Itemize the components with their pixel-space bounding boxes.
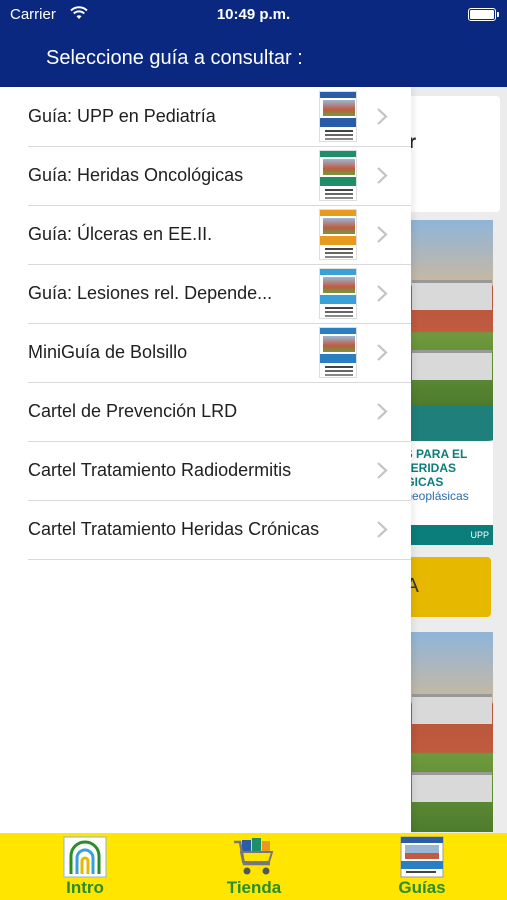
menu-item-label: Guía: Lesiones rel. Depende... <box>28 283 273 303</box>
chevron-right-icon <box>377 403 388 420</box>
menu-item-label: Cartel de Prevención LRD <box>28 401 238 421</box>
chevron-right-icon <box>377 285 388 302</box>
clock: 10:49 p.m. <box>216 6 291 23</box>
menu-item-label: Guía: Heridas Oncológicas <box>28 165 244 185</box>
chevron-right-icon <box>377 344 388 361</box>
guide-cover-thumbnail-icon <box>319 91 357 142</box>
battery-icon <box>468 8 499 21</box>
tab-tienda[interactable]: Tienda <box>194 833 314 900</box>
menu-item-cartel-heridas-cronicas[interactable]: Cartel Tratamiento Heridas Crónicas <box>0 500 411 559</box>
menu-item-label: Guía: Úlceras en EE.II. <box>28 224 213 244</box>
tab-bar: Intro Tienda Guías <box>0 833 507 900</box>
menu-item-label: Cartel Tratamiento Radiodermitis <box>28 460 292 480</box>
tab-label: Tienda <box>226 878 282 897</box>
menu-item-label: Guía: UPP en Pediatría <box>28 106 216 126</box>
guide-cover-thumbnail-icon <box>319 150 357 201</box>
arch-logo-icon <box>63 836 107 878</box>
guide-cover-thumbnail-icon <box>319 209 357 260</box>
menu-item-miniguia-bolsillo[interactable]: MiniGuía de Bolsillo <box>0 323 411 382</box>
chevron-right-icon <box>377 462 388 479</box>
guide-cover-thumbnail-icon <box>319 327 357 378</box>
menu-item-label: MiniGuía de Bolsillo <box>28 342 188 362</box>
tab-intro[interactable]: Intro <box>25 833 145 900</box>
tab-guias[interactable]: Guías <box>362 833 482 900</box>
menu-item-guia-ulceras-eeii[interactable]: Guía: Úlceras en EE.II. <box>0 205 411 264</box>
shopping-cart-icon <box>234 838 274 875</box>
tab-label: Intro <box>66 878 104 897</box>
menu-item-guia-lesiones-dependencia[interactable]: Guía: Lesiones rel. Depende... <box>0 264 411 323</box>
status-bar: Carrier 10:49 p.m. <box>0 0 507 30</box>
guide-drawer: Guía: UPP en Pediatría Guía: Heridas Onc… <box>0 87 411 833</box>
chevron-right-icon <box>377 521 388 538</box>
menu-item-label: Cartel Tratamiento Heridas Crónicas <box>28 519 320 539</box>
separator <box>28 559 411 560</box>
guides-book-icon <box>400 836 444 878</box>
menu-item-cartel-prevencion-lrd[interactable]: Cartel de Prevención LRD <box>0 382 411 441</box>
chevron-right-icon <box>377 226 388 243</box>
drawer-title: Seleccione guía a consultar : <box>46 47 303 69</box>
menu-item-guia-upp-pediatria[interactable]: Guía: UPP en Pediatría <box>0 87 411 146</box>
guide-cover-thumbnail-icon <box>319 268 357 319</box>
menu-item-guia-heridas-oncologicas[interactable]: Guía: Heridas Oncológicas <box>0 146 411 205</box>
chevron-right-icon <box>377 108 388 125</box>
tab-label: Guías <box>398 878 446 897</box>
menu-item-cartel-radiodermitis[interactable]: Cartel Tratamiento Radiodermitis <box>0 441 411 500</box>
chevron-right-icon <box>377 167 388 184</box>
